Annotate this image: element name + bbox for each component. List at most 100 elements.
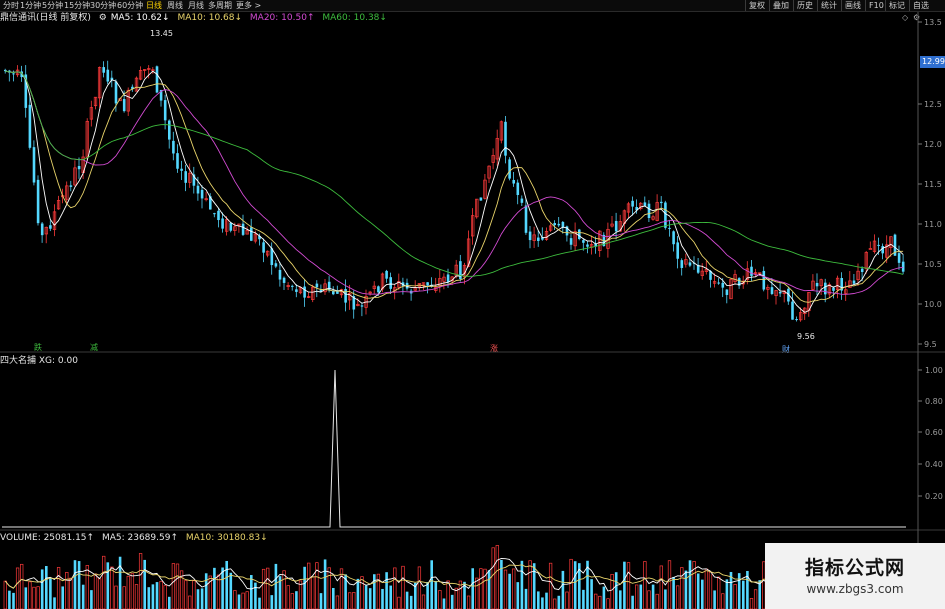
- candle-body: [196, 185, 200, 194]
- candle-body: [717, 282, 720, 284]
- candle-body: [868, 248, 873, 250]
- volume-bar: [659, 565, 663, 609]
- candle-body: [614, 220, 618, 232]
- ma10-line: [5, 70, 904, 303]
- volume-bar: [475, 577, 479, 609]
- ma5-line: [5, 70, 904, 313]
- candle-body: [426, 282, 429, 286]
- volume-bar: [573, 561, 577, 609]
- candle-body: [155, 66, 159, 93]
- volume-bar: [36, 586, 40, 609]
- xg-indicator-line: [2, 369, 906, 528]
- candle-body: [877, 244, 880, 246]
- candle-body: [508, 159, 511, 179]
- volume-bar: [134, 584, 139, 609]
- candle-body: [229, 222, 233, 231]
- volume-bar: [688, 560, 692, 609]
- volume-bar: [553, 598, 557, 609]
- candle-body: [815, 282, 819, 287]
- volume-bar: [643, 561, 647, 609]
- candle-body: [688, 262, 692, 266]
- volume-bar: [500, 559, 503, 609]
- volume-bar: [335, 595, 340, 609]
- candle-body: [114, 81, 118, 104]
- candle-body: [791, 301, 794, 320]
- volume-bar: [155, 582, 159, 609]
- volume-bar: [385, 572, 388, 609]
- volume-bar: [282, 570, 286, 609]
- candle-body: [647, 203, 651, 219]
- candle-body: [750, 266, 753, 276]
- volume-bar: [647, 590, 651, 609]
- volume-bar: [188, 595, 192, 609]
- volume-bar: [664, 589, 667, 609]
- candle-body: [250, 227, 253, 241]
- volume-bar: [676, 585, 680, 609]
- candle-body: [897, 253, 901, 263]
- volume-bar: [749, 598, 754, 609]
- volume-bar: [631, 595, 634, 609]
- volume-bar: [417, 566, 422, 609]
- volume-bar: [368, 588, 372, 609]
- volume-bar: [479, 568, 483, 609]
- candle-body: [163, 100, 167, 121]
- candle-body: [332, 291, 335, 295]
- volume-bar: [737, 573, 741, 609]
- volume-bar: [520, 560, 524, 609]
- volume-bar: [635, 584, 639, 609]
- candle-body: [262, 242, 265, 253]
- volume-bar: [684, 570, 688, 609]
- volume-bar: [229, 572, 233, 609]
- volume-bar: [237, 594, 241, 609]
- watermark-title: 指标公式网: [804, 557, 905, 579]
- volume-bar: [733, 584, 737, 609]
- candle-body: [32, 147, 36, 183]
- volume-bar: [73, 560, 77, 609]
- candle-body: [795, 319, 798, 321]
- volume-bar: [364, 585, 368, 609]
- volume-bar: [438, 590, 442, 609]
- candle-body: [721, 282, 725, 288]
- volume-bar: [590, 579, 593, 609]
- volume-bar: [491, 547, 495, 609]
- volume-bar: [106, 562, 110, 609]
- candle-body: [389, 277, 392, 289]
- volume-bar: [270, 595, 274, 609]
- volume-bar: [45, 566, 48, 609]
- volume-bar: [159, 580, 163, 609]
- candle-body: [40, 223, 44, 236]
- volume-bar: [286, 585, 290, 609]
- candle-body: [172, 140, 175, 154]
- volume-bar: [254, 582, 257, 609]
- volume-bar: [130, 573, 135, 609]
- volume-bar: [126, 575, 130, 609]
- candle-body: [520, 198, 524, 203]
- volume-bar: [85, 565, 89, 609]
- candle-body: [643, 202, 647, 206]
- volume-bar: [204, 573, 208, 609]
- volume-bar: [594, 593, 598, 609]
- volume-bar: [516, 582, 520, 609]
- volume-bar: [454, 587, 458, 609]
- volume-bar: [184, 580, 188, 609]
- volume-bar: [626, 562, 631, 609]
- candle-body: [176, 153, 179, 169]
- candle-body: [49, 225, 52, 229]
- volume-bar: [430, 560, 433, 609]
- volume-bar: [667, 560, 672, 609]
- volume-bar: [290, 593, 294, 609]
- volume-bar: [373, 574, 376, 609]
- volume-bar: [143, 559, 146, 609]
- volume-bar: [725, 579, 729, 609]
- volume-bar: [471, 568, 474, 609]
- volume-bar: [545, 592, 548, 609]
- volume-bar: [397, 596, 401, 609]
- volume-bar: [524, 588, 528, 609]
- volume-bar: [508, 573, 511, 609]
- volume-bar: [200, 588, 204, 609]
- volume-bar: [532, 563, 536, 609]
- candle-body: [168, 120, 171, 140]
- candle-body: [327, 281, 331, 291]
- volume-bar: [241, 592, 245, 609]
- candle-body: [446, 274, 450, 282]
